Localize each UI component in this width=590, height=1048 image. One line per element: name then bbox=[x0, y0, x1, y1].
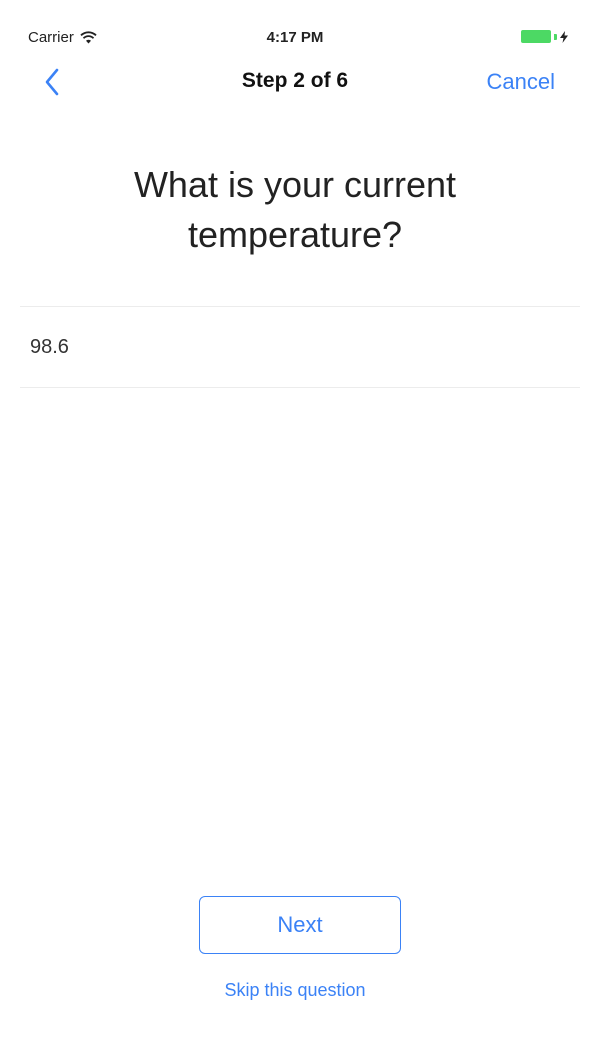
battery-level bbox=[521, 30, 551, 43]
battery-indicator bbox=[521, 30, 568, 43]
charging-bolt-icon bbox=[560, 30, 568, 43]
answer-row bbox=[20, 306, 580, 388]
question-heading: What is your current temperature? bbox=[133, 164, 457, 255]
battery-tip bbox=[554, 33, 557, 40]
temperature-input[interactable] bbox=[30, 329, 550, 365]
status-time: 4:17 PM bbox=[266, 29, 324, 46]
cancel-button[interactable]: Cancel bbox=[487, 69, 555, 95]
next-button[interactable]: Next bbox=[199, 896, 401, 954]
skip-question-link[interactable]: Skip this question bbox=[0, 980, 590, 1001]
navigation-bar: Step 2 of 6 Cancel bbox=[0, 56, 590, 108]
